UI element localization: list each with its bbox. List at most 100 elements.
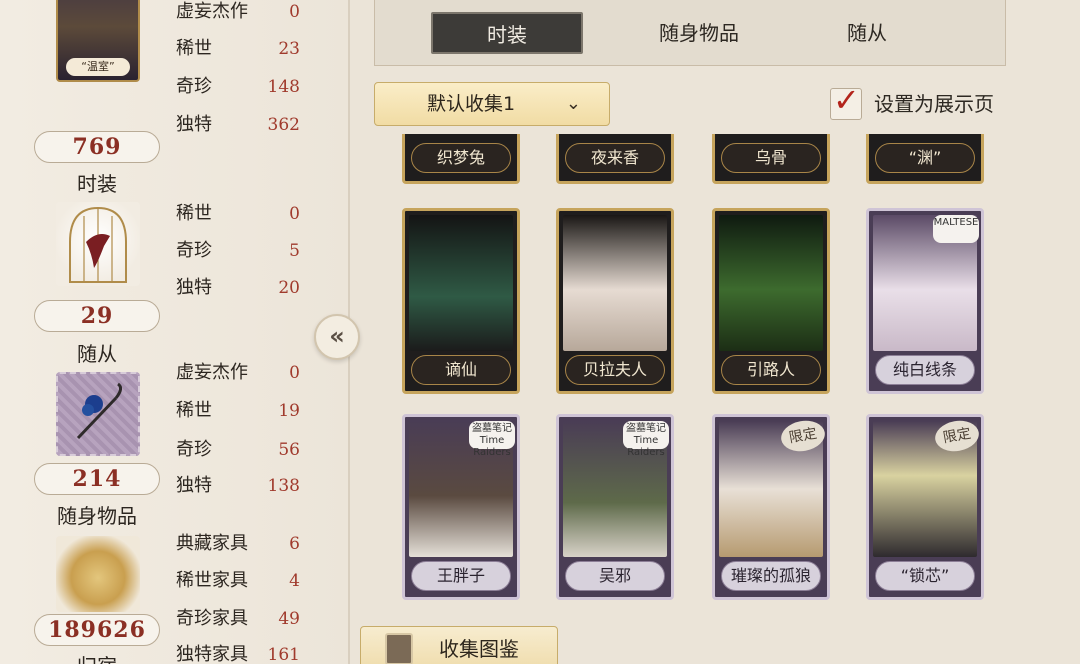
skin-card[interactable]: 引路人 <box>712 208 830 394</box>
stat-row: 虚妄杰作 0 <box>176 361 300 385</box>
follower-thumbnail[interactable] <box>56 202 140 286</box>
bird-cage-icon <box>69 206 127 283</box>
skin-section: 限定 “温室” 虚妄杰作 0 稀世 23 奇珍 148 独特 362 769 时… <box>0 0 350 200</box>
follower-count: 29 <box>34 300 160 332</box>
skin-card-name: 夜来香 <box>565 143 665 173</box>
time-raiders-logo: 盗墓笔记 Time Raiders <box>469 421 515 458</box>
home-section: 典藏家具 6 稀世家具 4 奇珍家具 49 独特家具 161 189626 归宿 <box>0 532 350 664</box>
chevron-down-icon: ⌄ <box>565 93 581 114</box>
stat-value: 0 <box>289 204 300 224</box>
skin-grid: 织梦兔 夜来香 乌骨 “渊” 谪仙 贝拉夫人 引路人 MALTESE 纯白线条 <box>350 134 1050 604</box>
stat-label: 典藏家具 <box>176 533 248 554</box>
checkmark-icon: ✓ <box>833 81 860 119</box>
skin-card-name: 贝拉夫人 <box>565 355 665 385</box>
skin-label: 时装 <box>77 172 117 196</box>
skin-card-name: 谪仙 <box>411 355 511 385</box>
collection-dropdown[interactable]: 默认收集1 ⌄ <box>374 82 610 126</box>
stat-value: 23 <box>278 39 300 59</box>
stat-value: 6 <box>289 534 300 554</box>
stat-label: 独特家具 <box>176 644 248 664</box>
stat-label: 独特 <box>176 277 212 298</box>
item-count: 214 <box>34 463 160 495</box>
maltese-logo: MALTESE <box>933 215 979 243</box>
stat-value: 0 <box>289 2 300 22</box>
stat-value: 19 <box>278 401 300 421</box>
item-section: 虚妄杰作 0 稀世 19 奇珍 56 独特 138 214 随身物品 <box>0 362 350 532</box>
skin-card[interactable]: 限定 “锁芯” <box>866 414 984 600</box>
stat-row: 奇珍 56 <box>176 438 300 462</box>
stat-row: 稀世 23 <box>176 37 300 61</box>
stat-row: 奇珍 148 <box>176 75 300 99</box>
category-tabs: 时装 随身物品 随从 <box>374 0 1006 66</box>
double-chevron-left-icon: « <box>329 322 345 350</box>
stat-label: 虚妄杰作 <box>176 362 248 383</box>
skin-card[interactable]: MALTESE 纯白线条 <box>866 208 984 394</box>
stat-value: 4 <box>289 571 300 591</box>
tab-followers[interactable]: 随从 <box>791 12 943 54</box>
skin-card-name: 引路人 <box>721 355 821 385</box>
rose-cane-icon <box>76 382 123 440</box>
skin-thumbnail[interactable]: 限定 “温室” <box>56 0 140 82</box>
home-count: 189626 <box>34 614 160 646</box>
stat-label: 稀世 <box>176 203 212 224</box>
stat-row: 稀世 0 <box>176 202 300 226</box>
home-thumbnail[interactable] <box>56 536 140 612</box>
stat-row: 稀世家具 4 <box>176 569 300 593</box>
book-icon <box>385 633 413 664</box>
skin-card-name: 吴邪 <box>565 561 665 591</box>
collapse-panel-button[interactable]: « <box>314 314 360 360</box>
item-thumbnail[interactable] <box>56 372 140 456</box>
stat-value: 0 <box>289 363 300 383</box>
stat-label: 奇珍 <box>176 439 212 460</box>
skin-card[interactable]: 织梦兔 <box>402 134 520 184</box>
time-raiders-logo: 盗墓笔记 Time Raiders <box>623 421 669 458</box>
collection-showcase: 时装 随身物品 随从 默认收集1 ⌄ ✓ 设置为展示页 织梦兔 夜来香 乌骨 “… <box>350 0 1080 664</box>
stat-value: 161 <box>267 645 300 664</box>
stat-label: 稀世 <box>176 400 212 421</box>
stat-label: 虚妄杰作 <box>176 1 248 22</box>
stat-row: 虚妄杰作 0 <box>176 0 300 24</box>
skin-card[interactable]: 乌骨 <box>712 134 830 184</box>
tab-items[interactable]: 随身物品 <box>623 12 775 54</box>
stat-row: 奇珍 5 <box>176 239 300 263</box>
collection-album-button[interactable]: 收集图鉴 <box>360 626 558 664</box>
skin-card-name: “锁芯” <box>875 561 975 591</box>
skin-card[interactable]: 谪仙 <box>402 208 520 394</box>
stat-value: 148 <box>267 77 300 97</box>
stat-value: 362 <box>267 115 300 135</box>
skin-card[interactable]: 盗墓笔记 Time Raiders 吴邪 <box>556 414 674 600</box>
stat-value: 138 <box>267 476 300 496</box>
stat-label: 独特 <box>176 114 212 135</box>
stat-value: 49 <box>278 609 300 629</box>
skin-card[interactable]: 限定 璀璨的孤狼 <box>712 414 830 600</box>
skin-card-name: 王胖子 <box>411 561 511 591</box>
follower-section: 稀世 0 奇珍 5 独特 20 29 随从 <box>0 200 350 366</box>
skin-card[interactable]: 夜来香 <box>556 134 674 184</box>
skin-portrait <box>409 215 513 351</box>
stat-label: 稀世 <box>176 38 212 59</box>
stat-row: 独特 138 <box>176 474 300 498</box>
collection-dropdown-label: 默认收集1 <box>427 93 516 115</box>
skin-card-name: 璀璨的孤狼 <box>721 561 821 591</box>
stat-value: 20 <box>278 278 300 298</box>
item-label: 随身物品 <box>57 504 137 528</box>
skin-portrait <box>563 215 667 351</box>
stat-row: 独特 20 <box>176 276 300 300</box>
skin-card-name: 纯白线条 <box>875 355 975 385</box>
showcase-label: 设置为展示页 <box>874 92 994 116</box>
stat-label: 独特 <box>176 475 212 496</box>
stat-label: 奇珍 <box>176 240 212 261</box>
skin-card[interactable]: “渊” <box>866 134 984 184</box>
stat-label: 奇珍 <box>176 76 212 97</box>
collection-album-label: 收集图鉴 <box>439 637 519 661</box>
tab-skins[interactable]: 时装 <box>431 12 583 54</box>
home-label: 归宿 <box>34 650 160 664</box>
skin-portrait <box>719 215 823 351</box>
skin-card[interactable]: 盗墓笔记 Time Raiders 王胖子 <box>402 414 520 600</box>
stat-row: 独特 362 <box>176 113 300 137</box>
stat-row: 稀世 19 <box>176 399 300 423</box>
skin-card-name: 织梦兔 <box>411 143 511 173</box>
showcase-checkbox[interactable]: ✓ <box>830 81 862 120</box>
stat-row: 奇珍家具 49 <box>176 607 300 631</box>
skin-card[interactable]: 贝拉夫人 <box>556 208 674 394</box>
